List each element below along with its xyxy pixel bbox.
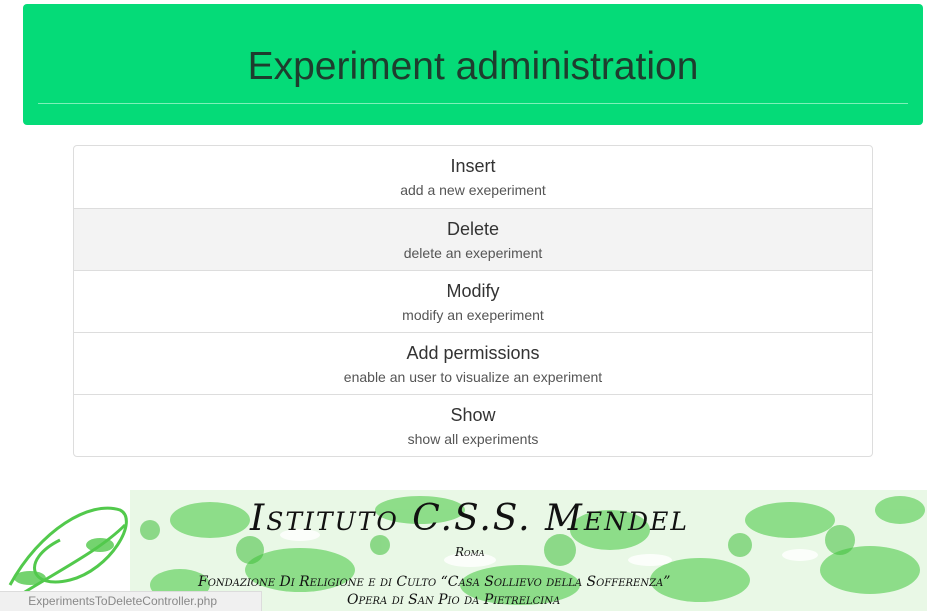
banner-title: Istituto C.S.S. Mendel [250,498,689,539]
menu-item-description: show all experiments [407,431,539,447]
menu-item-description: enable an user to visualize an experimen… [343,369,603,385]
menu-item-show[interactable]: Show show all experiments [74,394,872,456]
menu-item-title: Add permissions [406,343,540,363]
browser-status-bar: ExperimentsToDeleteController.php [0,591,262,611]
menu-item-title: Modify [446,281,500,301]
menu-item-delete[interactable]: Delete delete an exeperiment [74,208,872,270]
page: Experiment administration Insert add a n… [0,0,927,611]
menu-item-title: Show [450,405,496,425]
page-title: Experiment administration [247,45,699,88]
menu-item-description: modify an exeperiment [402,307,544,323]
menu-item-title: Delete [446,219,500,239]
banner-opera: Opera di San Pio da Pietrelcina [347,592,561,608]
menu-item-add-permissions[interactable]: Add permissions enable an user to visual… [74,332,872,394]
admin-menu: Insert add a new exeperiment Delete dele… [73,145,873,457]
menu-item-insert[interactable]: Insert add a new exeperiment [74,146,872,208]
header-panel: Experiment administration [23,4,923,125]
header-divider [38,103,908,104]
banner-foundation: Fondazione Di Religione e di Culto “Casa… [198,574,671,590]
menu-item-description: delete an exeperiment [403,245,543,261]
menu-item-description: add a new exeperiment [400,182,546,198]
menu-item-title: Insert [450,156,496,176]
menu-item-modify[interactable]: Modify modify an exeperiment [74,270,872,332]
status-url: ExperimentsToDeleteController.php [28,594,217,608]
banner-city: Roma [455,545,485,559]
